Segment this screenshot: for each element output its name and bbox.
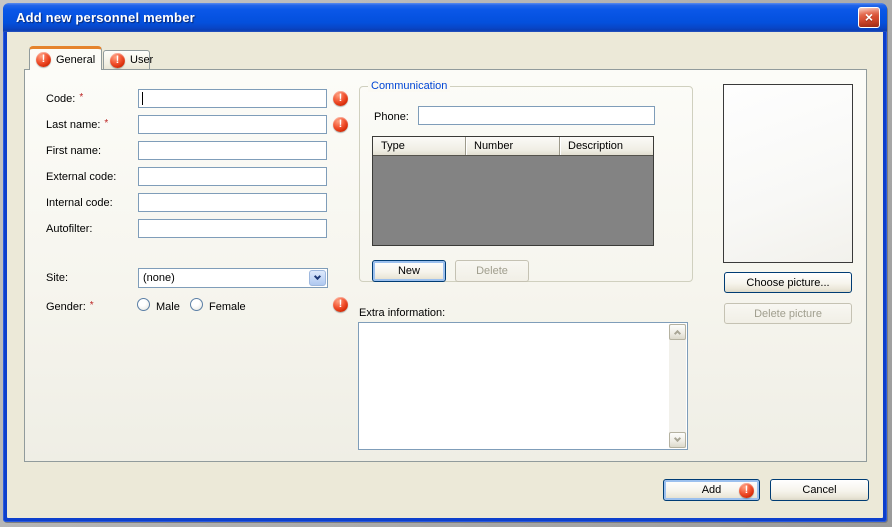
scroll-up-button[interactable] <box>669 324 686 340</box>
warning-icon: ! <box>333 117 348 132</box>
tab-user[interactable]: ! User <box>103 50 150 69</box>
communication-groupbox-title: Communication <box>368 80 450 92</box>
extra-information-textarea[interactable] <box>358 322 688 450</box>
extra-information-label: Extra information: <box>359 307 445 319</box>
scroll-down-button[interactable] <box>669 432 686 448</box>
window-frame: Add new personnel member × ! General ! U… <box>3 3 887 522</box>
internal-code-input[interactable] <box>138 193 327 212</box>
cancel-button[interactable]: Cancel <box>770 479 869 501</box>
warning-icon: ! <box>36 52 51 67</box>
autofilter-label: Autofilter: <box>46 223 92 235</box>
phone-input[interactable] <box>418 106 655 125</box>
required-marker: * <box>104 118 108 129</box>
vertical-scrollbar[interactable] <box>669 324 686 448</box>
dialog-window: Add new personnel member × ! General ! U… <box>0 0 892 527</box>
communication-table: Type Number Description <box>372 136 654 246</box>
cancel-button-label: Cancel <box>802 484 836 496</box>
new-button[interactable]: New <box>372 260 446 282</box>
choose-picture-label: Choose picture... <box>746 277 829 289</box>
first-name-label: First name: <box>46 145 101 157</box>
add-button-label: Add <box>702 484 722 496</box>
delete-picture-label: Delete picture <box>754 308 822 320</box>
column-header-description[interactable]: Description <box>559 137 653 155</box>
site-select-dropdown-button[interactable] <box>309 270 326 286</box>
picture-placeholder <box>723 84 853 263</box>
phone-label: Phone: <box>374 111 409 123</box>
close-icon: × <box>865 10 873 24</box>
window-title: Add new personnel member <box>3 10 195 25</box>
gender-female-label: Female <box>209 301 246 313</box>
add-button[interactable]: Add ! <box>663 479 760 501</box>
table-body-empty <box>373 156 653 245</box>
warning-icon: ! <box>333 91 348 106</box>
delete-picture-button[interactable]: Delete picture <box>724 303 852 324</box>
close-button[interactable]: × <box>858 7 880 28</box>
delete-button-label: Delete <box>476 265 508 277</box>
text-caret <box>142 92 143 105</box>
column-header-number[interactable]: Number <box>465 137 559 155</box>
new-button-label: New <box>398 265 420 277</box>
gender-radio-female[interactable] <box>190 298 203 311</box>
gender-label: Gender:* <box>46 301 94 313</box>
external-code-label: External code: <box>46 171 116 183</box>
tab-panel-general: Code:* ! Last name:* ! First name: Exter… <box>24 69 867 462</box>
titlebar: Add new personnel member × <box>3 3 887 32</box>
site-label: Site: <box>46 272 68 284</box>
first-name-input[interactable] <box>138 141 327 160</box>
code-input[interactable] <box>138 89 327 108</box>
table-header-row: Type Number Description <box>373 137 653 156</box>
site-select[interactable]: (none) <box>138 268 328 288</box>
external-code-input[interactable] <box>138 167 327 186</box>
tab-general[interactable]: ! General <box>29 46 102 70</box>
gender-male-label: Male <box>156 301 180 313</box>
warning-icon: ! <box>110 53 125 68</box>
column-header-type[interactable]: Type <box>373 137 465 155</box>
code-label: Code:* <box>46 93 83 105</box>
last-name-label: Last name:* <box>46 119 108 131</box>
autofilter-input[interactable] <box>138 219 327 238</box>
required-marker: * <box>90 300 94 311</box>
chevron-down-icon <box>314 273 321 280</box>
internal-code-label: Internal code: <box>46 197 113 209</box>
tab-user-label: User <box>130 54 153 66</box>
choose-picture-button[interactable]: Choose picture... <box>724 272 852 293</box>
site-select-value: (none) <box>139 272 308 284</box>
tab-general-label: General <box>56 54 95 66</box>
last-name-input[interactable] <box>138 115 327 134</box>
gender-radio-male[interactable] <box>137 298 150 311</box>
warning-icon: ! <box>739 483 754 498</box>
chevron-down-icon <box>674 435 681 442</box>
chevron-up-icon <box>674 330 681 337</box>
required-marker: * <box>79 92 83 103</box>
delete-button[interactable]: Delete <box>455 260 529 282</box>
dialog-body: ! General ! User Code:* ! Last name:* ! … <box>7 32 883 518</box>
warning-icon: ! <box>333 297 348 312</box>
communication-groupbox: Communication Phone: Type Number Descrip… <box>359 86 693 282</box>
